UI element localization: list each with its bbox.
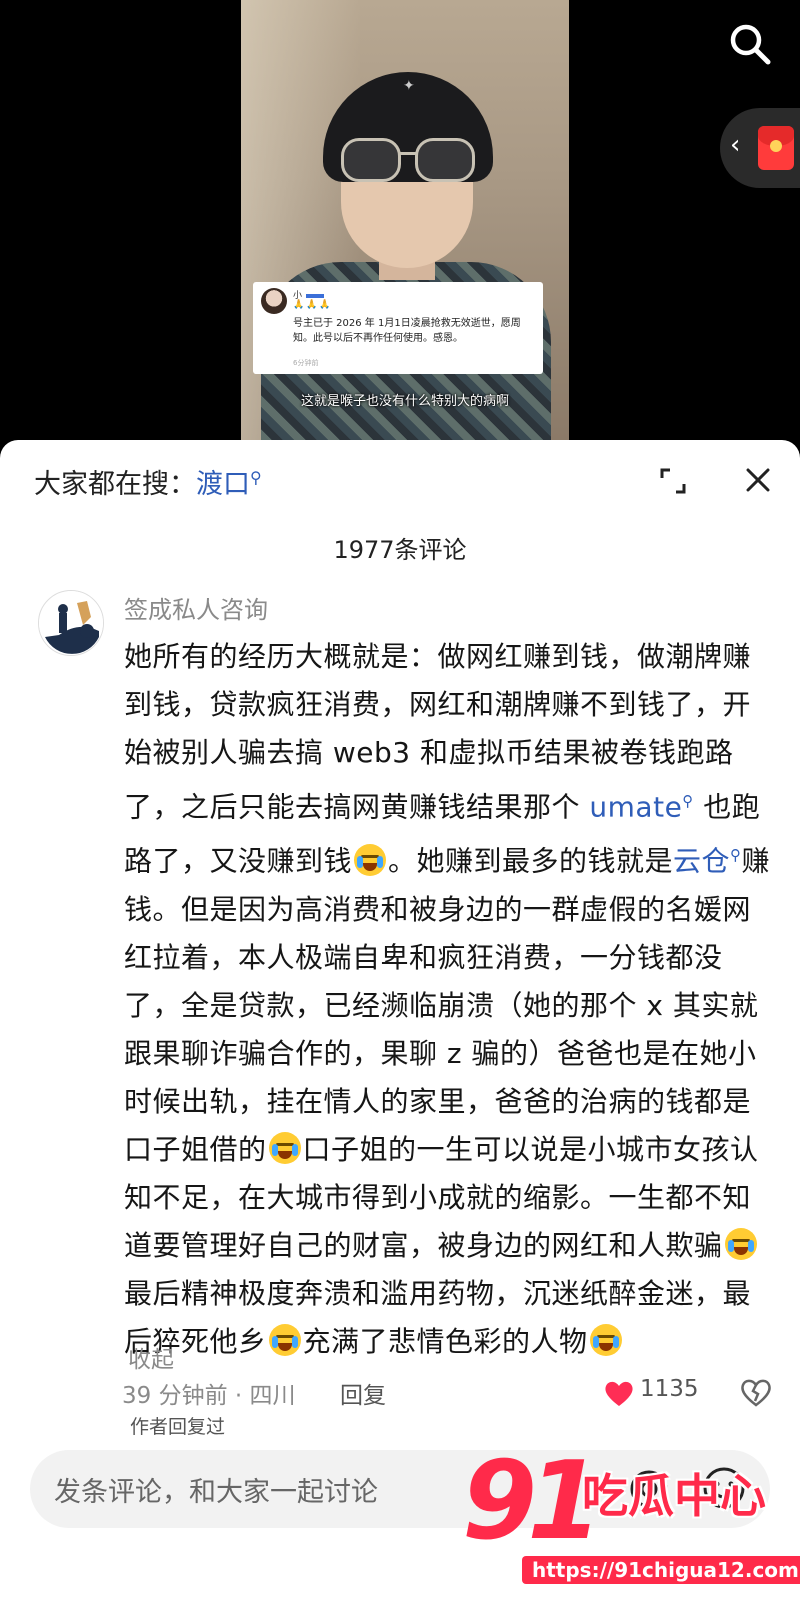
hot-search[interactable]: 大家都在搜：渡口⚲ [34, 462, 262, 501]
red-packet-button[interactable]: ‹ [720, 108, 800, 188]
search-small-icon: ⚲ [730, 846, 742, 865]
avatar-illustration [39, 591, 103, 655]
comment-author[interactable]: 签成私人咨询 [124, 590, 268, 625]
watermark-title: 吃瓜中心 [582, 1469, 766, 1523]
site-watermark: 91 吃瓜中心 https://91chigua12.com [462, 1440, 800, 1600]
comment-segment-4: 赚钱。但是因为高消费和被身边的一群虚假的名媛网红拉着，本人极端自卑和疯狂消费，一… [124, 844, 771, 1166]
comment-input-placeholder: 发条评论，和大家一起讨论 [54, 1477, 378, 1508]
death-notice-card: 小 🙏🙏🙏 号主已于 2026 年 1月1日凌晨抢救无效逝世，愿周知。此号以后不… [253, 282, 543, 374]
collapse-button[interactable]: 收起 [128, 1340, 174, 1374]
comment-segment-7: 充满了悲情色彩的人物 [302, 1324, 588, 1358]
comment-count: 1977条评论 [333, 536, 467, 564]
crying-laughing-emoji-icon [354, 843, 387, 876]
keyword-link-umate[interactable]: umate [589, 790, 682, 823]
search-icon[interactable] [728, 22, 772, 66]
crying-emoji-icon [724, 1227, 757, 1260]
notice-text: 号主已于 2026 年 1月1日凌晨抢救无效逝世，愿周知。此号以后不再作任何使用… [293, 318, 521, 344]
coin-icon [770, 140, 782, 152]
chevron-left-icon: ‹ [730, 130, 741, 160]
heart-icon[interactable] [603, 1378, 635, 1408]
commenter-avatar[interactable] [38, 590, 104, 656]
watermark-number: 91 [462, 1439, 602, 1564]
comment-text: 她所有的经历大概就是：做网红赚到钱，做潮牌赚到钱，贷款疯狂消费，网红和潮牌赚不到… [124, 633, 776, 1366]
crying-laughing-emoji-icon [268, 1131, 301, 1164]
video-player[interactable]: ✦ 小 🙏🙏🙏 号主已于 2026 年 1月1日凌晨抢救无效逝世，愿周知。此号以… [0, 0, 800, 440]
person-glasses [341, 138, 481, 188]
reply-button[interactable]: 回复 [340, 1376, 386, 1410]
video-frame[interactable]: ✦ 小 🙏🙏🙏 号主已于 2026 年 1月1日凌晨抢救无效逝世，愿周知。此号以… [241, 0, 569, 440]
crying-emoji-icon [268, 1323, 301, 1356]
video-subtitle: 这就是喉子也没有什么特别大的病啊 [300, 394, 509, 409]
search-small-icon: ⚲ [250, 468, 262, 487]
watermark-url: https://91chigua12.com [522, 1556, 800, 1584]
close-icon[interactable] [740, 462, 776, 498]
broken-heart-icon[interactable] [740, 1376, 772, 1408]
hot-search-prefix: 大家都在搜： [34, 469, 196, 500]
author-replied-tag: 作者回复过 [130, 1416, 226, 1438]
like-count: 1135 [640, 1376, 699, 1402]
notice-emoji-row: 🙏🙏🙏 [293, 300, 333, 310]
hot-search-term[interactable]: 渡口 [196, 469, 250, 500]
beanie-logo-icon: ✦ [403, 78, 415, 94]
notice-name-redaction [306, 293, 325, 298]
expand-icon[interactable] [656, 464, 690, 498]
comment-segment-3: 。她赚到最多的钱就是 [388, 844, 674, 878]
keyword-link-yuncang[interactable]: 云仓 [673, 845, 730, 878]
crying-emoji-icon [589, 1323, 622, 1356]
notice-time: 6分钟前 [293, 359, 319, 367]
comments-sheet: 大家都在搜：渡口⚲ 1977条评论 签成私人咨询 她所有的经历大概就是：做网红赚… [0, 440, 800, 1600]
search-small-icon: ⚲ [682, 792, 694, 810]
notice-avatar [261, 288, 287, 314]
comment-time-location: 39 分钟前 · 四川 [122, 1383, 296, 1409]
